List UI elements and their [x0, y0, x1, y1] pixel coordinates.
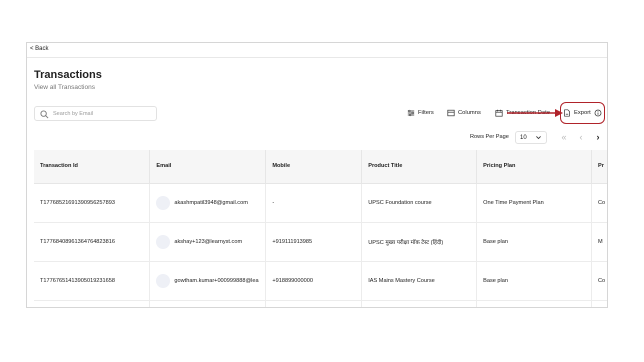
- transactions-panel: < Back Transactions View all Transaction…: [26, 42, 608, 308]
- cell-mobile: -: [265, 183, 363, 223]
- cell-product-title: UPSC Foundation course: [361, 183, 478, 223]
- cell-transaction-id: T17767651413905019231658: [34, 261, 151, 301]
- cell-mobile: +919111913985: [265, 222, 363, 262]
- col-header-truncated[interactable]: Pr: [591, 150, 607, 184]
- columns-button[interactable]: Columns: [447, 109, 481, 117]
- filters-icon: [407, 109, 415, 117]
- email-text: akshay+123@learnyst.com: [174, 238, 243, 245]
- search-placeholder: Search by Email: [53, 111, 94, 117]
- page-title: Transactions: [34, 69, 102, 81]
- cell-pricing-plan: One Time Payment Plan: [476, 183, 592, 223]
- cell-pricing-plan: Base plan: [476, 222, 592, 262]
- cell-empty: [361, 300, 478, 307]
- columns-label: Columns: [458, 110, 481, 116]
- chevron-down-icon: [536, 136, 541, 140]
- table-header-row: Transaction Id Email Mobile Product Titl…: [34, 150, 607, 184]
- cell-empty: [265, 300, 363, 307]
- cell-email: akshay+123@learnyst.com: [149, 222, 267, 262]
- cell-truncated: M: [591, 222, 607, 262]
- table-row[interactable]: T17768521691390956257893 akashmpatil3948…: [34, 183, 607, 223]
- rows-per-page-value: 10: [520, 134, 527, 141]
- email-text: gowtham.kumar+000999888@lea: [174, 277, 259, 284]
- prev-page-icon[interactable]: ‹: [576, 132, 586, 142]
- cell-empty: [149, 300, 267, 307]
- cell-transaction-id: T17768408961364764823816: [34, 222, 151, 262]
- first-page-icon[interactable]: «: [559, 132, 569, 142]
- calendar-icon: [495, 109, 503, 117]
- avatar: [156, 273, 171, 288]
- annotation-arrow-icon: [507, 109, 563, 117]
- cell-empty: [34, 300, 151, 307]
- email-text: akashmpatil3948@gmail.com: [174, 199, 248, 206]
- cell-email: gowtham.kumar+000999888@lea: [149, 261, 267, 301]
- search-input[interactable]: Search by Email: [34, 106, 157, 121]
- avatar: [156, 195, 171, 210]
- col-header-mobile[interactable]: Mobile: [265, 150, 363, 184]
- table-row[interactable]: [34, 300, 607, 307]
- col-header-pricing-plan[interactable]: Pricing Plan: [476, 150, 592, 184]
- cell-pricing-plan: Base plan: [476, 261, 592, 301]
- next-page-icon[interactable]: ›: [593, 132, 603, 142]
- rows-per-page-select[interactable]: 10: [515, 131, 547, 144]
- cell-empty: [476, 300, 592, 307]
- avatar: [156, 234, 171, 249]
- filters-button[interactable]: Filters: [407, 109, 434, 117]
- table-row[interactable]: T17767651413905019231658 gowtham.kumar+0…: [34, 261, 607, 301]
- cell-product-title: UPSC मुख्य परीक्षा मॉक टेस्ट (हिंदी): [361, 222, 478, 262]
- columns-icon: [447, 109, 455, 117]
- col-header-transaction-id[interactable]: Transaction Id: [34, 150, 151, 184]
- cell-truncated: Co: [591, 261, 607, 301]
- cell-email: akashmpatil3948@gmail.com: [149, 183, 267, 223]
- cell-product-title: IAS Mains Mastery Course: [361, 261, 478, 301]
- cell-truncated: Co: [591, 183, 607, 223]
- filters-label: Filters: [418, 110, 434, 116]
- col-header-product-title[interactable]: Product Title: [361, 150, 478, 184]
- rows-per-page-label: Rows Per Page: [470, 134, 509, 140]
- page-subtitle: View all Transactions: [34, 84, 95, 91]
- col-header-email[interactable]: Email: [149, 150, 267, 184]
- header-divider: [27, 57, 607, 58]
- cell-transaction-id: T17768521691390956257893: [34, 183, 151, 223]
- back-link[interactable]: < Back: [30, 46, 49, 52]
- search-icon: [40, 110, 49, 119]
- export-highlight: [560, 102, 605, 124]
- cell-mobile: +918899000000: [265, 261, 363, 301]
- cell-empty: [591, 300, 607, 307]
- table-row[interactable]: T17768408961364764823816 akshay+123@lear…: [34, 222, 607, 262]
- transactions-table: Transaction Id Email Mobile Product Titl…: [34, 150, 607, 307]
